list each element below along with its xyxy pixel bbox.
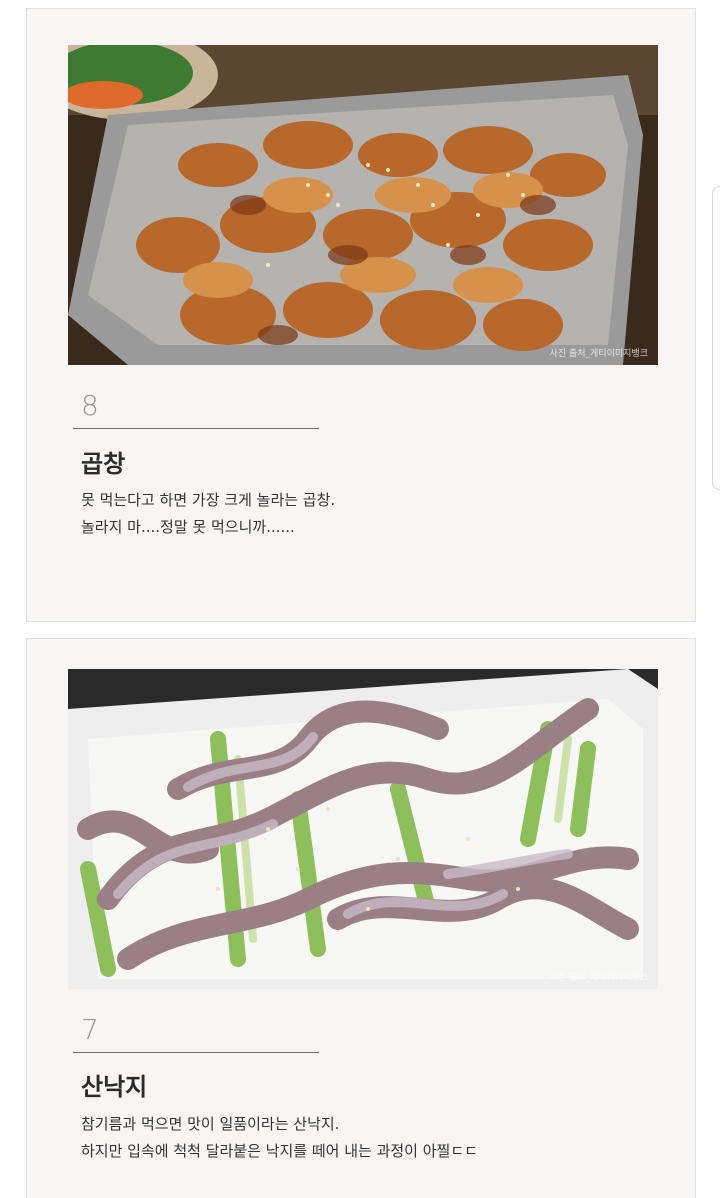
- description-line: 참기름과 먹으면 맛이 일품이라는 산낙지.: [81, 1115, 340, 1133]
- rank-divider: [73, 428, 319, 429]
- food-name: 산낙지: [81, 1073, 148, 1101]
- side-handle[interactable]: [712, 186, 720, 490]
- description-line: 하지만 입속에 척척 달라붙은 낙지를 떼어 내는 과정이 아찔ㄷㄷ: [81, 1142, 478, 1160]
- description-line: 놀라지 마....정말 못 먹으니까......: [81, 518, 295, 536]
- photo-credit: 사진 출처_게티이미지뱅크: [549, 973, 648, 983]
- food-photo-gopchang: 사진 출처_게티이미지뱅크: [68, 45, 658, 365]
- food-description: 못 먹는다고 하면 가장 크게 놀라는 곱창. 놀라지 마....정말 못 먹으…: [81, 487, 681, 541]
- sannakji-image: [68, 669, 658, 989]
- food-name: 곱창: [81, 450, 126, 478]
- food-card-rank-8: 사진 출처_게티이미지뱅크 8 곱창 못 먹는다고 하면 가장 크게 놀라는 곱…: [26, 8, 696, 622]
- rank-number: 8: [81, 389, 99, 422]
- description-line: 못 먹는다고 하면 가장 크게 놀라는 곱창.: [81, 491, 336, 509]
- food-card-rank-7: 사진 출처_게티이미지뱅크 7 산낙지 참기름과 먹으면 맛이 일품이라는 산낙…: [26, 638, 696, 1198]
- food-photo-sannakji: 사진 출처_게티이미지뱅크: [68, 669, 658, 989]
- gopchang-image: [68, 45, 658, 365]
- rank-divider: [73, 1052, 319, 1053]
- photo-credit: 사진 출처_게티이미지뱅크: [549, 349, 648, 359]
- rank-number: 7: [81, 1013, 99, 1046]
- food-description: 참기름과 먹으면 맛이 일품이라는 산낙지. 하지만 입속에 척척 달라붙은 낙…: [81, 1111, 681, 1165]
